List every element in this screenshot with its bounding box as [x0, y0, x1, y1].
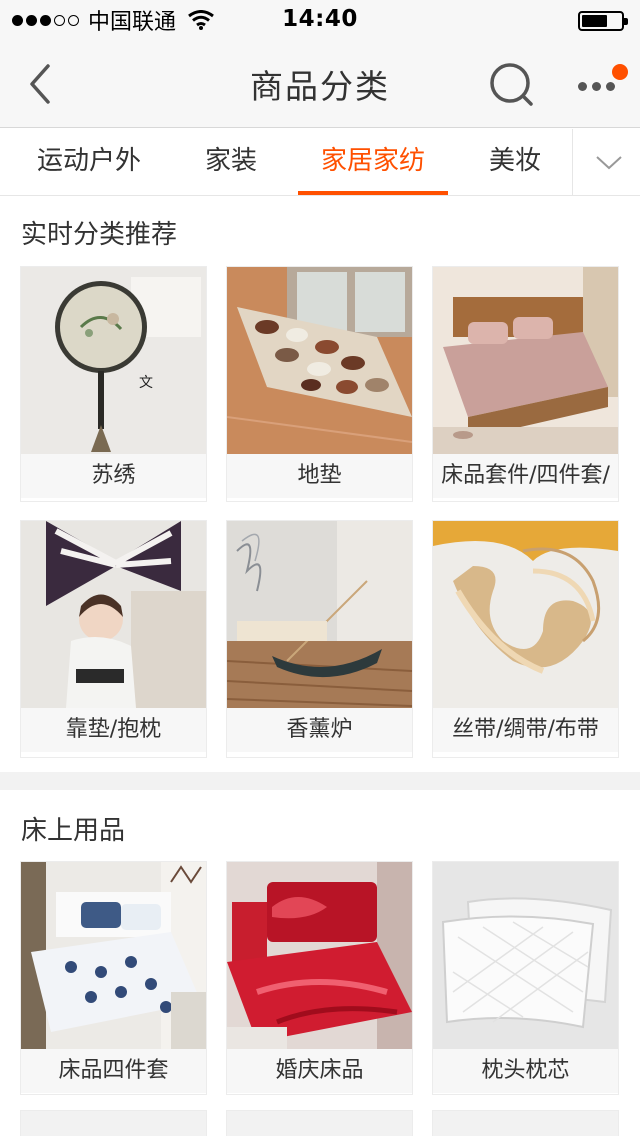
category-label: 枕头枕芯 — [433, 1049, 618, 1093]
svg-text:文: 文 — [139, 375, 153, 391]
category-label: 床品四件套 — [21, 1049, 206, 1093]
wedding-bedding-image — [227, 862, 412, 1049]
search-icon — [490, 63, 533, 106]
expand-tabs-button[interactable] — [572, 129, 640, 195]
category-card-partial[interactable] — [432, 1110, 619, 1136]
page-title: 商品分类 — [250, 67, 390, 106]
cushion-pillow-image — [21, 521, 206, 708]
four-piece-bedding-image — [21, 862, 206, 1049]
category-card-partial[interactable] — [226, 1110, 413, 1136]
chevron-down-icon — [596, 156, 622, 170]
category-label: 婚庆床品 — [227, 1049, 412, 1093]
notification-badge — [612, 64, 628, 80]
section-divider — [0, 772, 640, 790]
battery-icon — [578, 11, 628, 31]
category-label: 床品套件/四件套/ — [433, 454, 618, 498]
nav-bar: 商品分类 — [0, 40, 640, 128]
category-label: 苏绣 — [21, 454, 206, 498]
category-label: 靠垫/抱枕 — [21, 708, 206, 752]
incense-burner-image — [227, 521, 412, 708]
floor-mat-image — [227, 267, 412, 454]
ribbon-image — [433, 521, 618, 708]
category-card[interactable]: 丝带/绸带/布带 — [432, 520, 619, 758]
category-card[interactable]: 床品套件/四件套/ — [432, 266, 619, 502]
pillow-core-image — [433, 862, 618, 1049]
tab-home-textiles[interactable]: 家居家纺 — [298, 129, 448, 195]
category-card[interactable]: 地垫 — [226, 266, 413, 502]
tab-sports-outdoor[interactable]: 运动户外 — [18, 129, 160, 195]
status-bar: 中国联通 14:40 — [0, 0, 640, 40]
embroidery-fan-image: 文 — [21, 267, 206, 454]
bedding-set-image — [433, 267, 618, 454]
category-label: 丝带/绸带/布带 — [433, 708, 618, 752]
battery-fill — [582, 15, 607, 27]
category-label: 地垫 — [227, 454, 412, 498]
category-card[interactable]: 床品四件套 — [20, 861, 207, 1095]
category-tabs: 运动户外 家装 家居家纺 美妆 — [0, 129, 640, 196]
category-label: 香薰炉 — [227, 708, 412, 752]
tab-beauty[interactable]: 美妆 — [474, 129, 556, 195]
more-dots-icon — [578, 82, 620, 91]
section-title-bedding: 床上用品 — [21, 816, 126, 846]
section-title-recommend: 实时分类推荐 — [21, 220, 178, 250]
search-button[interactable] — [486, 60, 536, 110]
category-card[interactable]: 靠垫/抱枕 — [20, 520, 207, 758]
category-card[interactable]: 文 苏绣 — [20, 266, 207, 502]
battery-cap — [624, 18, 628, 25]
more-button[interactable] — [572, 62, 634, 106]
category-card[interactable]: 婚庆床品 — [226, 861, 413, 1095]
category-card[interactable]: 枕头枕芯 — [432, 861, 619, 1095]
status-time: 14:40 — [282, 6, 358, 32]
category-card-partial[interactable] — [20, 1110, 207, 1136]
category-card[interactable]: 香薰炉 — [226, 520, 413, 758]
tab-home-decor[interactable]: 家装 — [188, 129, 274, 195]
